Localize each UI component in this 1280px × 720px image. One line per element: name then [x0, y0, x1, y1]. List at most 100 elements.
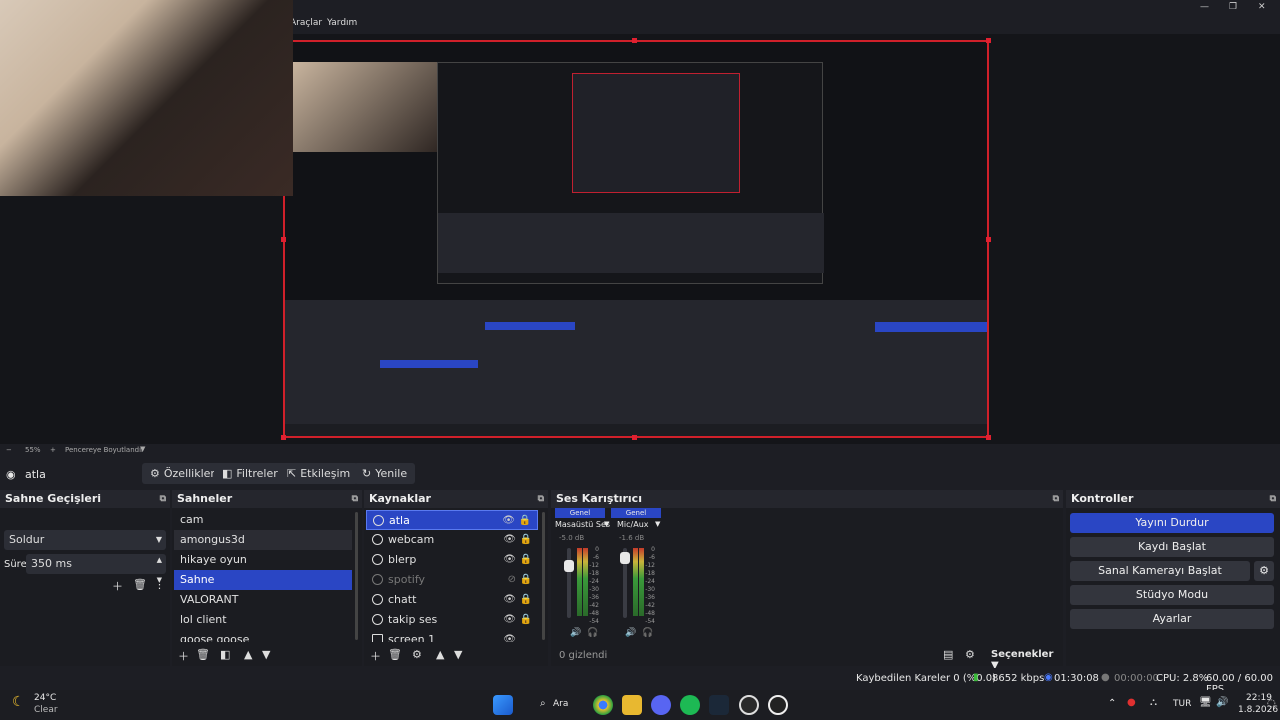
headphones-icon[interactable]: 🎧 [642, 628, 653, 638]
undock-icon[interactable]: ⧉ [1270, 490, 1276, 508]
source-item[interactable]: webcam 👁 🔒 [366, 530, 538, 550]
refresh-button[interactable]: ↻ Yenile [354, 463, 416, 484]
scrollbar[interactable] [355, 512, 358, 640]
lock-icon[interactable]: 🔒 [520, 610, 532, 630]
gear-icon[interactable]: ⚙ [412, 648, 422, 661]
resize-handle[interactable] [632, 435, 637, 440]
studio-mode-button[interactable]: Stüdyo Modu [1070, 585, 1274, 605]
eye-hidden-icon[interactable]: ⊘ [508, 570, 516, 590]
move-down-icon[interactable]: ▼ [454, 648, 462, 661]
preview-canvas[interactable] [283, 40, 989, 438]
speaker-icon[interactable]: 🔊 [625, 628, 636, 638]
trash-icon[interactable]: 🗑 [388, 648, 402, 661]
scene-item[interactable]: Sahne [174, 570, 352, 590]
source-item[interactable]: screen 1 👁 [366, 630, 538, 642]
search-label[interactable]: Ara [553, 699, 568, 709]
more-icon[interactable]: ⋮ [154, 578, 165, 591]
chevron-down-icon[interactable]: ▼ [604, 520, 609, 528]
scene-item[interactable]: cam [174, 510, 352, 530]
duration-input[interactable]: 350 ms ▲ ▼ [26, 554, 166, 584]
source-item[interactable]: chatt 👁 🔒 [366, 590, 538, 610]
undock-icon[interactable]: ⧉ [160, 490, 166, 508]
close-icon[interactable]: ✕ [1258, 2, 1266, 12]
scene-item[interactable]: hikaye oyun [174, 550, 352, 570]
lock-icon[interactable]: 🔒 [520, 550, 532, 570]
windows-start-icon[interactable] [493, 695, 513, 715]
properties-button[interactable]: ⚙ Özellikler [142, 463, 223, 484]
start-record-button[interactable]: Kaydı Başlat [1070, 537, 1274, 557]
obs-icon[interactable] [739, 695, 759, 715]
notification-icon[interactable]: ◌ [1267, 698, 1276, 709]
channel-name[interactable]: Masaüstü Ses [555, 520, 610, 529]
zoom-out-button[interactable]: − [6, 446, 12, 454]
folder-icon[interactable] [622, 695, 642, 715]
lock-icon[interactable]: 🔒 [520, 590, 532, 610]
eye-icon[interactable]: 👁 [503, 630, 516, 642]
channel-name[interactable]: Mic/Aux [617, 520, 649, 529]
undock-icon[interactable]: ⧉ [1053, 490, 1059, 508]
lock-icon[interactable]: 🔒 [519, 511, 531, 531]
chevron-up-icon[interactable]: ⌃ [1108, 698, 1116, 709]
resize-handle[interactable] [632, 38, 637, 43]
add-transition-icon[interactable]: ＋ [112, 578, 123, 594]
lock-icon[interactable]: 🔒 [520, 570, 532, 590]
interact-button[interactable]: ⇱ Etkileşim [279, 463, 359, 484]
source-item[interactable]: atla 👁 🔒 [366, 510, 538, 530]
menu-tools[interactable]: Araçlar [290, 18, 322, 28]
chevron-down-icon[interactable]: ▼ [140, 445, 145, 453]
eye-icon[interactable]: 👁 [503, 610, 516, 630]
app-icon[interactable] [768, 695, 788, 715]
undock-icon[interactable]: ⧉ [352, 490, 358, 508]
headphones-icon[interactable]: 🎧 [587, 628, 598, 638]
eye-icon[interactable]: 👁 [503, 530, 516, 550]
tray-bell-icon[interactable]: ⛬ [1150, 697, 1157, 708]
search-icon[interactable]: ⌕ [540, 698, 546, 709]
scene-item[interactable]: lol client [174, 610, 352, 630]
settings-button[interactable]: Ayarlar [1070, 609, 1274, 629]
resize-handle[interactable] [281, 237, 286, 242]
resize-handle[interactable] [986, 237, 991, 242]
discord-icon[interactable] [651, 695, 671, 715]
eye-icon[interactable]: 👁 [502, 511, 515, 531]
chevron-down-icon[interactable]: ▼ [655, 520, 660, 528]
eye-icon[interactable]: 👁 [503, 590, 516, 610]
scene-item[interactable]: VALORANT [174, 590, 352, 610]
filters-button[interactable]: ◧ Filtreler [214, 463, 286, 484]
move-up-icon[interactable]: ▲ [436, 648, 444, 661]
source-item[interactable]: blerp 👁 🔒 [366, 550, 538, 570]
stop-stream-button[interactable]: Yayını Durdur [1070, 513, 1274, 533]
chrome-icon[interactable] [593, 695, 613, 715]
maximize-icon[interactable]: ❐ [1229, 2, 1237, 12]
speaker-icon[interactable]: 🔊 [570, 628, 581, 638]
volume-knob[interactable] [564, 560, 574, 572]
add-scene-icon[interactable]: ＋ [178, 648, 189, 664]
menu-help[interactable]: Yardım [327, 18, 357, 28]
source-item[interactable]: spotify ⊘ 🔒 [366, 570, 538, 590]
eye-icon[interactable]: 👁 [503, 550, 516, 570]
volume-knob[interactable] [620, 552, 630, 564]
volume-slider[interactable] [567, 548, 571, 618]
resize-handle[interactable] [281, 435, 286, 440]
network-icon[interactable]: 🖥 [1199, 697, 1212, 708]
virtual-camera-button[interactable]: Sanal Kamerayı Başlat [1070, 561, 1250, 581]
resize-handle[interactable] [986, 38, 991, 43]
steam-icon[interactable] [709, 695, 729, 715]
mixer-layout-icon[interactable]: ▤ [943, 648, 953, 661]
add-source-icon[interactable]: ＋ [370, 648, 381, 664]
volume-icon[interactable]: 🔊 [1216, 697, 1228, 708]
filter-icon[interactable]: ◧ [220, 648, 230, 661]
language-indicator[interactable]: TUR [1173, 699, 1191, 709]
tray-app-icon[interactable]: ● [1127, 697, 1136, 708]
scene-item[interactable]: amongus3d [174, 530, 352, 550]
trash-icon[interactable]: 🗑 [133, 578, 147, 591]
spotify-icon[interactable] [680, 695, 700, 715]
undock-icon[interactable]: ⧉ [538, 490, 544, 508]
scrollbar[interactable] [542, 512, 545, 640]
zoom-in-button[interactable]: + [50, 446, 56, 454]
transition-select[interactable]: Soldur ▼ [4, 530, 166, 550]
fit-to-window-label[interactable]: Pencereye Boyutlandır [65, 446, 144, 454]
minimize-icon[interactable]: — [1200, 2, 1209, 12]
advanced-settings-icon[interactable]: ⚙ [965, 648, 975, 661]
trash-icon[interactable]: 🗑 [196, 648, 210, 661]
lock-icon[interactable]: 🔒 [520, 530, 532, 550]
